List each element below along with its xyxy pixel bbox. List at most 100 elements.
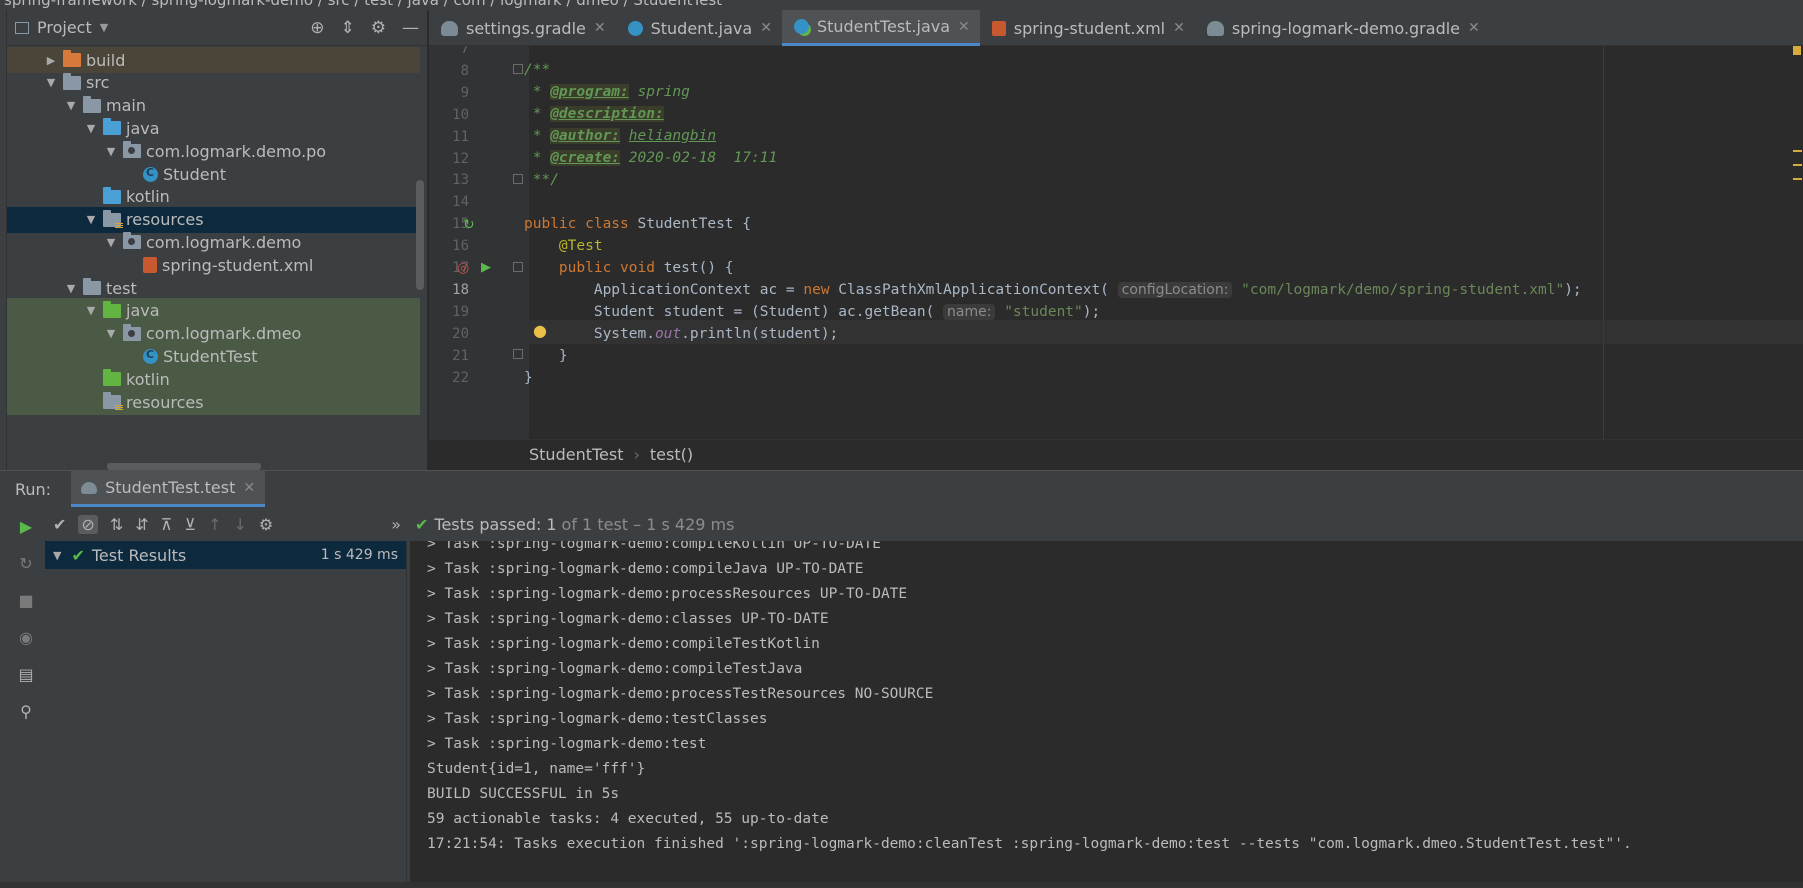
tree-item[interactable]: resources <box>7 389 420 415</box>
error-stripe-marker[interactable] <box>1793 46 1801 55</box>
code-line-18: ApplicationContext ac = <box>593 282 804 298</box>
check-icon: ✔ <box>71 545 85 565</box>
chevron-down-icon[interactable]: ▼ <box>103 145 119 158</box>
chevron-down-icon[interactable]: ▼ <box>83 122 99 135</box>
run-config-tab[interactable]: StudentTest.test ✕ <box>71 471 266 507</box>
class-close-brace: } <box>524 370 533 386</box>
test-class-icon <box>793 19 809 34</box>
gradle-icon <box>81 481 98 494</box>
sort-alpha-icon[interactable]: ⇅ <box>110 515 123 534</box>
fold-icon[interactable] <box>513 174 523 184</box>
fold-icon[interactable] <box>513 262 523 272</box>
layout-icon[interactable]: ▤ <box>18 665 33 684</box>
error-stripe-marker[interactable] <box>1793 150 1802 152</box>
chevron-down-icon[interactable]: ▼ <box>63 99 79 112</box>
chevron-down-icon[interactable]: ▼ <box>100 21 108 34</box>
stop-icon[interactable]: ■ <box>18 591 33 610</box>
run-class-gutter-icon[interactable]: ↻ <box>463 217 475 233</box>
gear-icon[interactable]: ⚙ <box>371 18 386 38</box>
more-icon[interactable]: » <box>391 515 401 534</box>
editor-tabs: settings.gradle ✕ Student.java ✕ StudentTest… <box>429 10 1803 46</box>
fold-icon[interactable] <box>513 64 523 74</box>
tab-settings-gradle[interactable]: settings.gradle ✕ <box>429 10 616 46</box>
editor-gutter[interactable]: 7 8 9 10 11 12 13 14 15 16 17 18 19 20 21 22 <box>429 46 529 439</box>
tree-item-label: java <box>126 118 160 138</box>
navigation-bar[interactable]: spring-framework / spring-logmark-demo /… <box>0 0 1803 10</box>
chevron-down-icon[interactable]: ▼ <box>103 236 119 249</box>
breakpoint-icon[interactable]: ◎ <box>457 260 469 276</box>
console-line: BUILD SUCCESSFUL in 5s <box>427 786 620 802</box>
tab-spring-student-xml[interactable]: spring-student.xml ✕ <box>980 10 1195 46</box>
collapse-all-icon[interactable]: ⇕ <box>341 18 355 38</box>
arrow-up-icon[interactable]: ↑ <box>208 515 221 534</box>
gradle-settings-icon[interactable]: ⚙ <box>259 515 273 534</box>
tab-student-java[interactable]: Student.java ✕ <box>616 10 782 46</box>
tree-item-label: com.logmark.demo.po <box>146 141 327 161</box>
line-number: 20 <box>452 325 469 342</box>
chevron-down-icon[interactable]: ▼ <box>63 282 79 295</box>
tab-label: settings.gradle <box>466 18 586 38</box>
project-horizontal-scrollbar[interactable] <box>107 463 261 470</box>
chevron-down-icon[interactable]: ▼ <box>43 76 59 89</box>
nav-breadcrumb[interactable]: spring-framework / spring-logmark-demo /… <box>4 0 722 9</box>
collapse-all-icon[interactable]: ⊻ <box>184 515 196 534</box>
method-signature: test() { <box>663 260 734 276</box>
expand-arrow-icon[interactable]: ▼ <box>53 549 61 562</box>
tab-studenttest-java[interactable]: StudentTest.java ✕ <box>781 10 980 46</box>
close-icon[interactable]: ✕ <box>243 480 255 496</box>
chevron-right-icon[interactable]: ▶ <box>43 54 59 67</box>
chevron-down-icon[interactable]: ▼ <box>83 213 99 226</box>
eye-icon[interactable]: ◉ <box>19 628 33 647</box>
pin-icon[interactable]: ⚲ <box>20 702 32 721</box>
test-results-tree[interactable]: ▼ ✔ Test Results 1 s 429 ms <box>45 541 407 888</box>
chevron-down-icon[interactable]: ▼ <box>103 327 119 340</box>
test-results-row[interactable]: ▼ ✔ Test Results 1 s 429 ms <box>45 541 406 569</box>
close-icon[interactable]: ✕ <box>594 20 606 36</box>
run-label: Run: <box>15 479 52 499</box>
tab-label: StudentTest.java <box>816 17 951 36</box>
console-output[interactable]: > Task :spring-logmark-demo:compileKotli… <box>410 541 1803 883</box>
error-stripe-marker[interactable] <box>1793 164 1802 166</box>
tab-spring-logmark-demo-gradle[interactable]: spring-logmark-demo.gradle ✕ <box>1195 10 1490 46</box>
line-number: 22 <box>452 369 469 386</box>
method-close-brace: } <box>558 348 568 364</box>
project-view-selector[interactable]: Project <box>37 18 92 37</box>
locate-file-icon[interactable]: ⊕ <box>310 18 324 38</box>
project-vertical-scrollbar[interactable] <box>416 180 424 290</box>
close-icon[interactable]: ✕ <box>1173 20 1185 36</box>
run-test-gutter-icon[interactable]: ▶ <box>481 260 491 275</box>
line-number: 14 <box>452 194 469 211</box>
error-stripe-marker[interactable] <box>1793 178 1802 180</box>
tree-item-label: spring-student.xml <box>162 255 314 275</box>
sort-duration-icon[interactable]: ⇵ <box>135 515 148 534</box>
show-passed-icon[interactable]: ✔ <box>53 515 66 534</box>
line-number: 13 <box>452 172 469 189</box>
fold-icon[interactable] <box>513 349 523 359</box>
tree-item-label: java <box>126 301 160 321</box>
console-line: > Task :spring-logmark-demo:compileJava … <box>427 561 864 577</box>
tree-item-label: kotlin <box>126 187 170 207</box>
test-source-folder-icon <box>103 369 121 387</box>
test-annotation: @Test <box>558 238 603 254</box>
test-source-folder-icon <box>103 300 121 318</box>
rerun-icon[interactable]: ▶ <box>20 517 32 536</box>
close-icon[interactable]: ✕ <box>1468 20 1480 36</box>
show-ignored-icon[interactable]: ⊘ <box>78 514 98 534</box>
rerun-failed-icon[interactable]: ↻ <box>19 554 32 573</box>
breadcrumb-class[interactable]: StudentTest <box>529 445 624 464</box>
doc-tag-create: @create: <box>550 150 621 166</box>
line-number: 7 <box>460 46 469 57</box>
line-number: 18 <box>452 281 469 298</box>
close-icon[interactable]: ✕ <box>958 19 970 35</box>
close-icon[interactable]: ✕ <box>760 20 772 36</box>
breadcrumb-method[interactable]: test() <box>650 445 693 464</box>
console-line: > Task :spring-logmark-demo:processTestR… <box>427 686 934 702</box>
xml-file-icon <box>143 257 157 274</box>
arrow-down-icon[interactable]: ↓ <box>233 515 246 534</box>
tree-item-label: StudentTest <box>163 346 258 366</box>
expand-all-icon[interactable]: ⊼ <box>161 515 173 534</box>
hide-panel-icon[interactable]: — <box>402 18 419 38</box>
code-editor[interactable]: 7 8 9 10 11 12 13 14 15 16 17 18 19 20 21 22 ↻ ◎ ▶ ● /*… <box>429 46 1803 439</box>
chevron-down-icon[interactable]: ▼ <box>83 304 99 317</box>
console-line: > Task :spring-logmark-demo:processResou… <box>427 586 908 602</box>
